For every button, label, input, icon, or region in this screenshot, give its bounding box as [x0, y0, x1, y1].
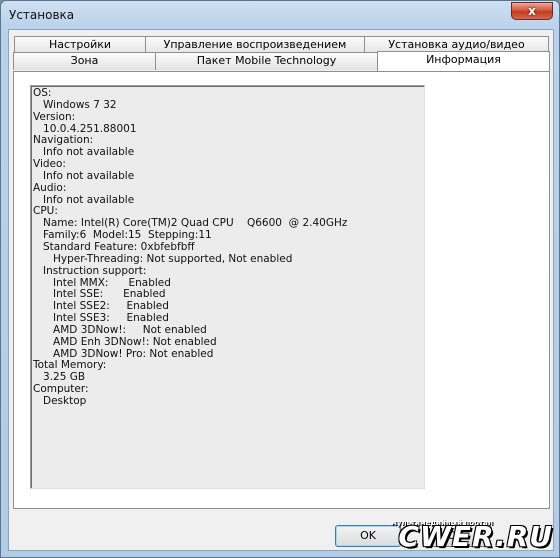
info-line: Windows 7 32	[33, 98, 117, 111]
tab-zone[interactable]: Зона	[13, 52, 156, 70]
info-line: AMD 3DNow!: Not enabled	[33, 323, 207, 336]
info-line: Info not available	[33, 193, 135, 206]
info-line: 3.25 GB	[33, 371, 86, 384]
tab-information[interactable]: Информация	[377, 51, 550, 71]
info-line: AMD Enh 3DNow!: Not enabled	[33, 335, 217, 348]
info-line: Info not available	[33, 146, 135, 159]
info-line: Desktop	[33, 394, 87, 407]
close-icon: x	[528, 4, 536, 18]
watermark-logo: CWER.RU	[398, 520, 553, 553]
info-line: Computer:	[33, 383, 89, 396]
settings-window: Установка x Настройки Управление воспрои…	[0, 0, 560, 558]
information-panel: OS: Windows 7 32 Version: 10.0.4.251.8800…	[13, 71, 550, 509]
info-line: Instruction support:	[33, 264, 147, 277]
info-line: Info not available	[33, 169, 135, 182]
window-title: Установка	[9, 8, 75, 22]
info-line: Audio:	[33, 181, 67, 194]
ok-button[interactable]: OK	[335, 525, 401, 547]
info-line: Hyper-Threading: Not supported, Not enab…	[33, 252, 293, 265]
title-bar[interactable]: Установка x	[1, 1, 559, 29]
system-info-textbox[interactable]: OS: Windows 7 32 Version: 10.0.4.251.8800…	[30, 85, 425, 489]
dialog-client-area: Настройки Управление воспроизведением Ус…	[8, 29, 554, 551]
info-line: Total Memory:	[33, 359, 107, 372]
tab-mobile-technology[interactable]: Пакет Mobile Technology	[155, 52, 378, 70]
info-line: Version:	[33, 110, 76, 123]
close-button[interactable]: x	[511, 2, 553, 20]
